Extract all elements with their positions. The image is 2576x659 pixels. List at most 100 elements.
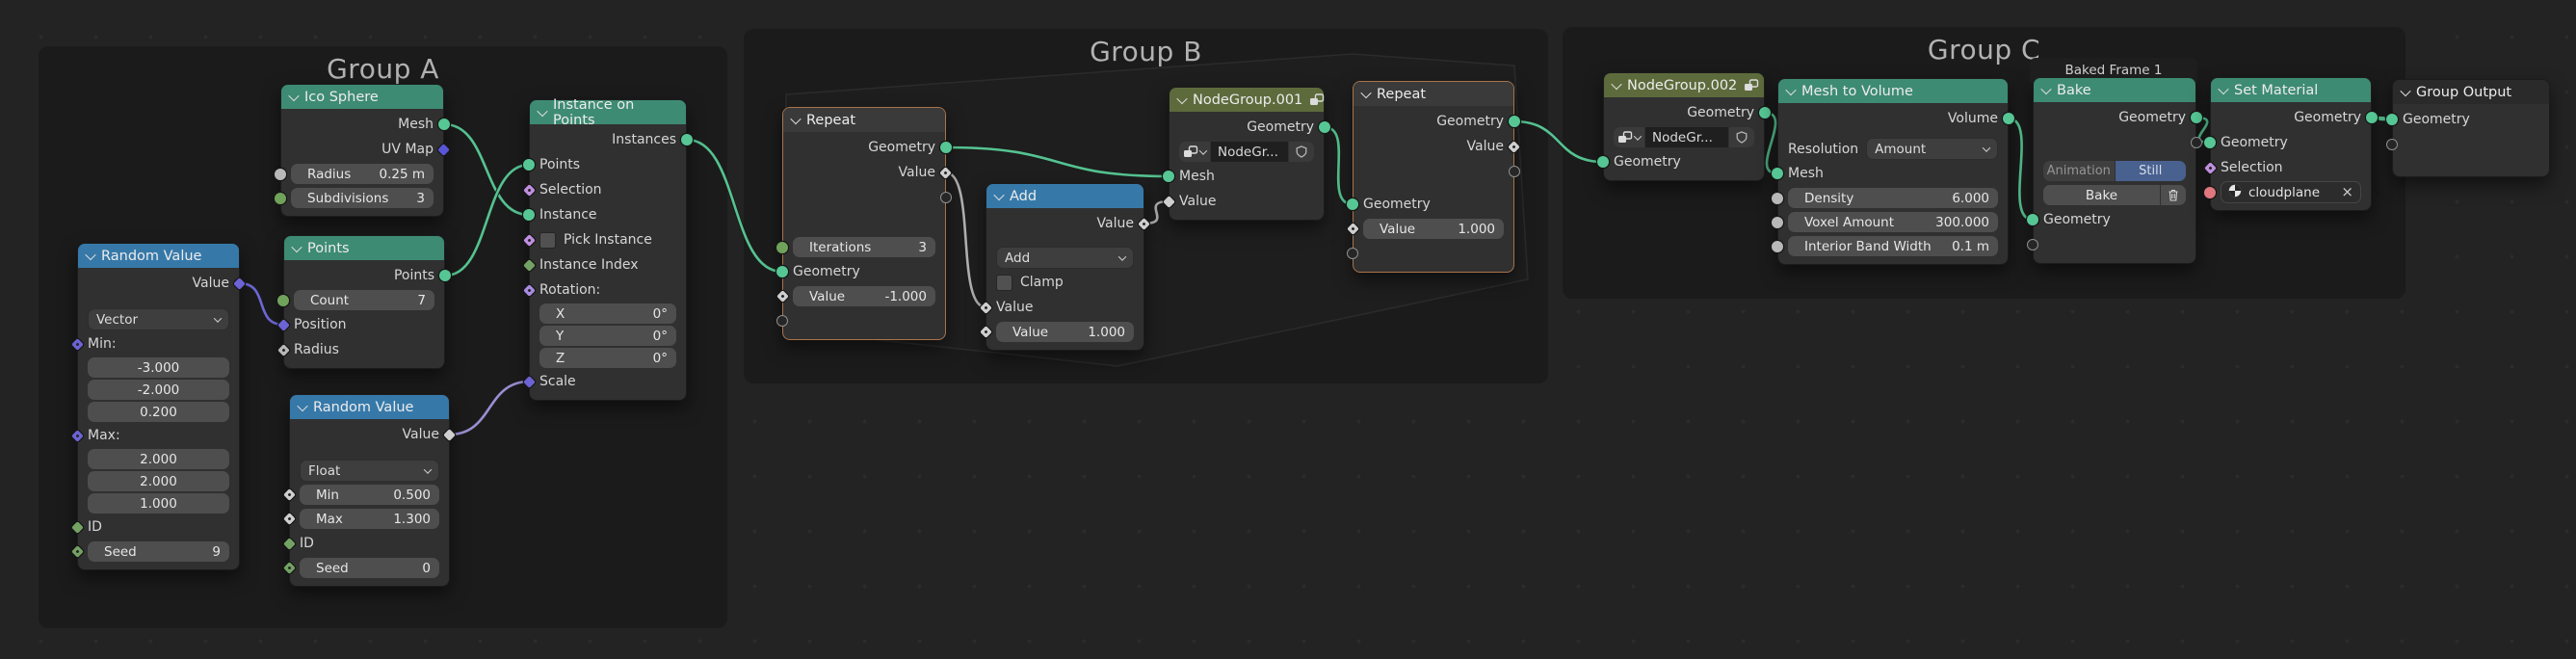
socket-go.in[interactable] xyxy=(2386,114,2398,125)
node-header[interactable]: Instance on Points xyxy=(530,100,686,124)
field-interior-band-width[interactable]: Interior Band Width0.1 m xyxy=(1788,236,1998,256)
socket-mtv.mesh[interactable] xyxy=(1772,168,1783,179)
socket-bake.in[interactable] xyxy=(2027,214,2038,225)
delete-bake-button[interactable] xyxy=(2161,185,2186,205)
node-header[interactable]: Random Value xyxy=(290,395,449,419)
field-radius[interactable]: Radius0.25 m xyxy=(291,164,434,184)
field-voxel-amount[interactable]: Voxel Amount300.000 xyxy=(1788,212,1998,232)
dropdown-float[interactable]: Float xyxy=(300,460,439,482)
node-repeat-output[interactable]: RepeatGeometryValueGeometryValue1.000 xyxy=(1353,81,1514,273)
node-group-output[interactable]: Group OutputGeometry xyxy=(2392,79,2550,177)
field-subdivisions[interactable]: Subdivisions3 xyxy=(291,188,434,208)
socket-iop.instances[interactable] xyxy=(681,134,693,145)
node-header[interactable]: Ico Sphere xyxy=(281,85,443,109)
socket-ng2.in[interactable] xyxy=(1597,156,1609,168)
socket-bake.out[interactable] xyxy=(2191,112,2202,123)
socket[interactable] xyxy=(2027,239,2038,250)
field-density[interactable]: Density6.000 xyxy=(1788,188,1998,208)
socket-iop.instance[interactable] xyxy=(523,209,535,221)
node-mesh-to-volume[interactable]: Mesh to VolumeVolumeResolutionAmountMesh… xyxy=(1777,78,2009,265)
datablock-browse-button[interactable] xyxy=(1614,127,1644,147)
vector-field[interactable]: Z0° xyxy=(539,348,676,368)
datablock-browse-button[interactable] xyxy=(1179,142,1210,162)
dropdown-add[interactable]: Add xyxy=(996,247,1134,269)
socket-sm.in[interactable] xyxy=(2204,137,2216,148)
toggle-option-animation[interactable]: Animation xyxy=(2043,161,2115,181)
socket[interactable] xyxy=(1347,248,1358,259)
socket[interactable] xyxy=(2386,139,2398,150)
socket-mtv.out[interactable] xyxy=(2003,113,2014,124)
material-field[interactable]: cloudplane× xyxy=(2221,181,2361,203)
socket-iop.points[interactable] xyxy=(523,159,535,171)
node-header[interactable]: Random Value xyxy=(78,244,239,268)
field-count[interactable]: Count7 xyxy=(294,290,434,310)
node-random-value-a[interactable]: Random ValueValueVectorMin:-3.000-2.0000… xyxy=(77,243,240,570)
socket-ico.mesh[interactable] xyxy=(438,119,450,130)
field-value[interactable]: Value-1.000 xyxy=(793,286,935,306)
socket-ng1.out[interactable] xyxy=(1319,121,1330,133)
node-header[interactable]: Mesh to Volume xyxy=(1778,79,2008,103)
socket-sm.out[interactable] xyxy=(2366,112,2378,123)
node-header[interactable]: NodeGroup.001 xyxy=(1170,88,1324,112)
field-value[interactable]: Value1.000 xyxy=(996,322,1134,342)
node-nodegroup-002[interactable]: NodeGroup.002GeometryNodeGr...Geometry xyxy=(1603,72,1765,181)
node-nodegroup-001[interactable]: NodeGroup.001GeometryNodeGr...MeshValue xyxy=(1169,87,1325,221)
dropdown-amount[interactable]: Amount xyxy=(1866,138,1998,160)
node-random-value-b[interactable]: Random ValueValueFloatMin0.500Max1.300ID… xyxy=(289,394,450,587)
socket[interactable] xyxy=(275,193,286,204)
field-iterations[interactable]: Iterations3 xyxy=(793,237,935,257)
checkbox-clamp[interactable] xyxy=(996,275,1012,291)
socket[interactable] xyxy=(1509,166,1520,177)
datablock-name-field[interactable]: NodeGr... xyxy=(1211,142,1288,162)
node-set-material[interactable]: Set MaterialGeometryGeometrySelectionclo… xyxy=(2210,77,2372,211)
toggle-option-still[interactable]: Still xyxy=(2116,161,2187,181)
socket-r2.geo_out[interactable] xyxy=(1509,116,1520,127)
socket-r1.geo_in[interactable] xyxy=(776,266,788,277)
socket[interactable] xyxy=(1772,217,1783,228)
clear-material-icon[interactable]: × xyxy=(2341,185,2353,199)
vector-field[interactable]: 2.000 xyxy=(88,449,229,469)
socket[interactable] xyxy=(1772,241,1783,252)
node-header[interactable]: NodeGroup.002 xyxy=(1604,73,1764,97)
socket-r2.geo_in[interactable] xyxy=(1347,198,1358,210)
fake-user-button[interactable] xyxy=(1289,142,1314,162)
node-header[interactable]: Group Output xyxy=(2393,80,2549,104)
socket[interactable] xyxy=(940,192,952,203)
socket[interactable] xyxy=(1772,193,1783,204)
field-seed[interactable]: Seed0 xyxy=(300,558,439,578)
socket[interactable] xyxy=(277,295,289,306)
field-value[interactable]: Value1.000 xyxy=(1363,219,1504,239)
vector-field[interactable]: Y0° xyxy=(539,326,676,346)
node-bake[interactable]: Baked Frame 1BakeGeometryAnimationStillB… xyxy=(2033,77,2196,264)
node-ico-sphere[interactable]: Ico SphereMeshUV MapRadius0.25 mSubdivis… xyxy=(280,84,444,217)
socket[interactable] xyxy=(275,169,286,180)
vector-field[interactable]: 1.000 xyxy=(88,493,229,514)
vector-field[interactable]: -3.000 xyxy=(88,357,229,378)
bake-button[interactable]: Bake xyxy=(2043,185,2160,205)
checkbox-pick-instance[interactable] xyxy=(539,232,556,249)
socket-ng1.mesh[interactable] xyxy=(1163,171,1174,182)
socket-points.points[interactable] xyxy=(439,270,451,281)
node-add[interactable]: AddValueAddClampValueValue1.000 xyxy=(986,183,1144,351)
node-header[interactable]: Points xyxy=(284,236,444,260)
node-points[interactable]: PointsPointsCount7PositionRadius xyxy=(283,235,445,369)
node-repeat-input[interactable]: RepeatGeometryValueIterations3GeometryVa… xyxy=(782,107,946,340)
socket[interactable] xyxy=(776,242,788,253)
node-header[interactable]: Set Material xyxy=(2211,78,2371,102)
field-max[interactable]: Max1.300 xyxy=(300,509,439,529)
node-editor-canvas[interactable]: Group AGroup BGroup CIco SphereMeshUV Ma… xyxy=(0,0,2576,659)
node-header[interactable]: Repeat xyxy=(783,108,945,132)
socket[interactable] xyxy=(2191,137,2202,148)
node-instance-on-points[interactable]: Instance on PointsInstancesPointsSelecti… xyxy=(529,99,687,401)
dropdown-vector[interactable]: Vector xyxy=(88,308,229,330)
node-header[interactable]: Repeat xyxy=(1354,82,1513,106)
socket[interactable] xyxy=(2204,187,2216,198)
vector-field[interactable]: 0.200 xyxy=(88,402,229,422)
node-header[interactable]: Bake xyxy=(2034,78,2195,102)
vector-field[interactable]: -2.000 xyxy=(88,380,229,400)
fake-user-button[interactable] xyxy=(1729,127,1754,147)
socket-ng2.out[interactable] xyxy=(1759,107,1771,119)
datablock-name-field[interactable]: NodeGr... xyxy=(1645,127,1728,147)
field-seed[interactable]: Seed9 xyxy=(88,541,229,562)
node-header[interactable]: Add xyxy=(986,184,1143,208)
